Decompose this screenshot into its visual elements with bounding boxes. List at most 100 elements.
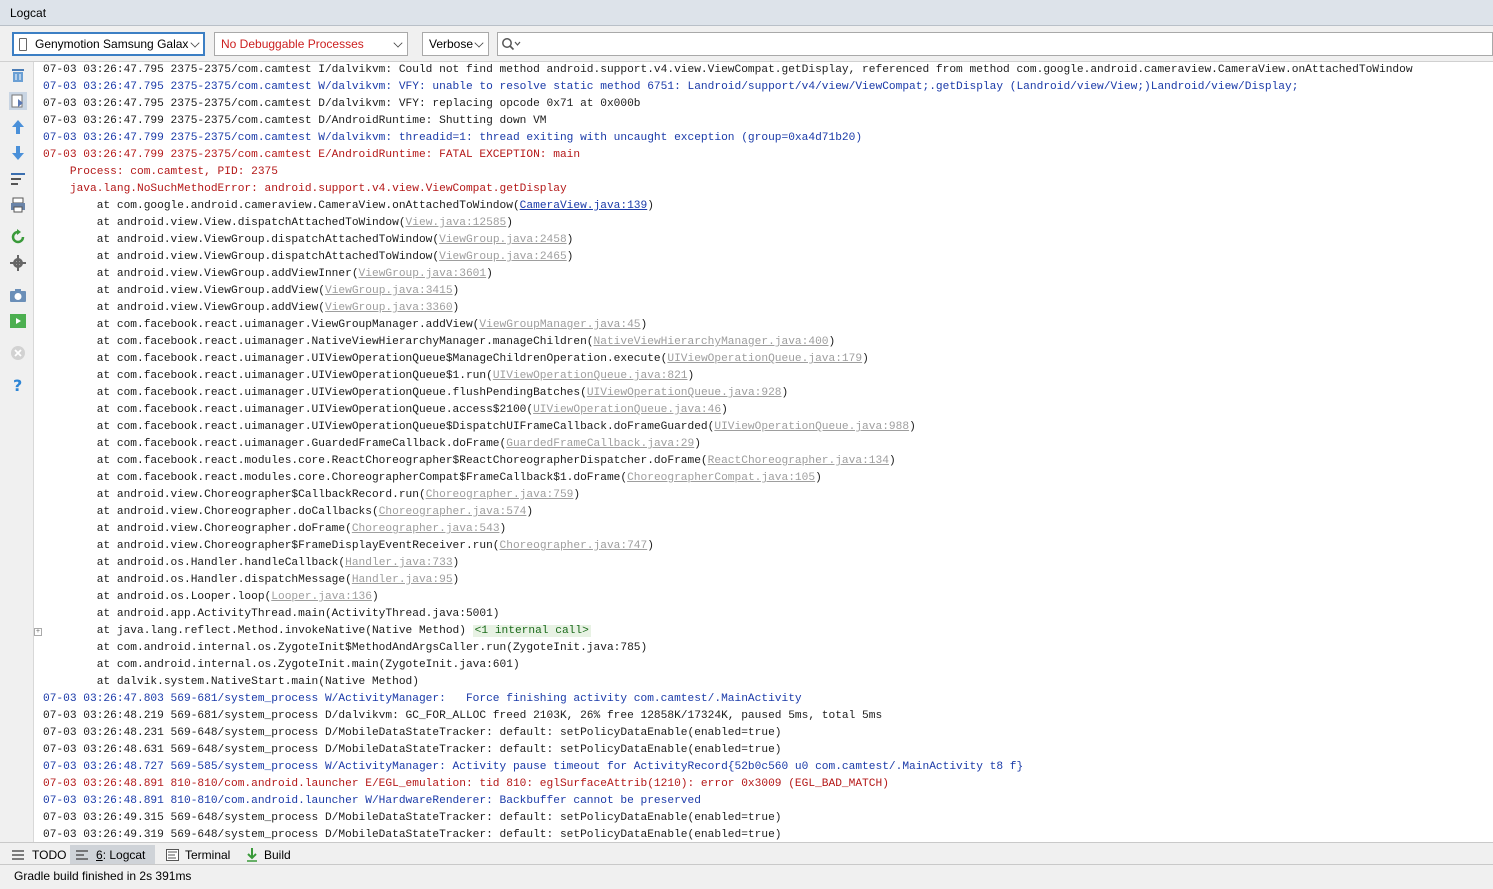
tab-logcat-label: : Logcat	[102, 847, 146, 862]
stack-frame-close: )	[499, 523, 507, 535]
source-link[interactable]: ViewGroupManager.java:45	[479, 319, 640, 331]
clear-logcat-icon[interactable]	[9, 66, 27, 84]
stack-frame-close: )	[909, 421, 916, 433]
stack-frame-method: at com.facebook.react.uimanager.UIViewOp…	[43, 404, 534, 416]
up-arrow-icon[interactable]	[9, 118, 27, 136]
source-link[interactable]: ViewGroup.java:2465	[439, 251, 567, 263]
tab-todo[interactable]: TODO	[6, 845, 72, 864]
stack-frame: at com.facebook.react.uimanager.GuardedF…	[34, 436, 1493, 453]
stack-frame-method: at android.view.ViewGroup.addViewInner(	[43, 268, 359, 280]
source-link[interactable]: GuardedFrameCallback.java:29	[506, 438, 694, 450]
stack-frame: at com.facebook.react.uimanager.UIViewOp…	[34, 368, 1493, 385]
device-selector[interactable]: Genymotion Samsung Galax	[12, 32, 205, 56]
log-line: 07-03 03:26:47.795 2375-2375/com.camtest…	[43, 81, 1299, 93]
source-link[interactable]: Choreographer.java:747	[500, 540, 648, 552]
source-link[interactable]: Looper.java:136	[271, 591, 372, 603]
restart-icon[interactable]	[9, 228, 27, 246]
stack-trace-header: java.lang.NoSuchMethodError: android.sup…	[43, 183, 567, 195]
todo-icon	[12, 849, 24, 860]
tab-logcat[interactable]: 6: Logcat	[70, 845, 155, 864]
source-link[interactable]: Choreographer.java:543	[352, 523, 500, 535]
stack-frame: at android.view.Choreographer$CallbackRe…	[34, 487, 1493, 504]
stack-frame-close: )	[721, 404, 728, 416]
source-link[interactable]: UIViewOperationQueue.java:46	[533, 404, 721, 416]
expand-fold-icon[interactable]: +	[34, 628, 42, 636]
stack-frame-method: at com.facebook.react.uimanager.UIViewOp…	[43, 387, 587, 399]
source-link[interactable]: ChoreographerCompat.java:105	[627, 472, 815, 484]
source-link[interactable]: UIViewOperationQueue.java:928	[587, 387, 782, 399]
stack-frame-close: )	[781, 387, 789, 399]
log-line: 07-03 03:26:47.799 2375-2375/com.camtest…	[43, 115, 547, 127]
tool-window-title-bar: Logcat	[0, 0, 1493, 26]
source-link[interactable]: Handler.java:95	[352, 574, 453, 586]
source-link[interactable]: Handler.java:733	[345, 557, 452, 569]
stack-frame-method: at android.app.ActivityThread.main(Activ…	[43, 608, 500, 620]
tab-terminal[interactable]: Terminal	[160, 845, 236, 864]
logcat-output[interactable]: 07-03 03:26:47.795 2375-2375/com.camtest…	[34, 62, 1493, 842]
stack-frame: at android.view.View.dispatchAttachedToW…	[34, 215, 1493, 232]
stack-frame: at com.facebook.react.uimanager.UIViewOp…	[34, 351, 1493, 368]
chevron-down-icon	[393, 38, 403, 48]
screen-record-icon[interactable]	[9, 312, 27, 330]
tab-terminal-label: Terminal	[185, 847, 231, 862]
log-line: 07-03 03:26:47.795 2375-2375/com.camtest…	[43, 98, 641, 110]
logcat-toolbar: Genymotion Samsung Galax No Debuggable P…	[0, 26, 1493, 62]
stack-frame-method: at android.view.View.dispatchAttachedToW…	[43, 217, 406, 229]
logcat-side-toolbar: ?	[0, 62, 34, 842]
source-link[interactable]: UIViewOperationQueue.java:988	[714, 421, 909, 433]
stack-frame: at com.android.internal.os.ZygoteInit$Me…	[43, 642, 648, 654]
log-line: 07-03 03:26:49.319 569-648/system_proces…	[43, 829, 782, 841]
stack-frame-close: )	[694, 438, 701, 450]
scroll-to-end-icon[interactable]	[9, 92, 27, 110]
process-selector-value: No Debuggable Processes	[221, 37, 364, 51]
process-selector[interactable]: No Debuggable Processes	[214, 32, 408, 56]
stack-frame: at com.android.internal.os.ZygoteInit.ma…	[43, 659, 520, 671]
print-icon[interactable]	[9, 196, 27, 214]
source-link[interactable]: ViewGroup.java:3360	[325, 302, 453, 314]
status-bar: Gradle build finished in 2s 391ms	[0, 864, 1493, 889]
down-arrow-icon[interactable]	[9, 144, 27, 162]
chevron-down-icon	[190, 38, 200, 48]
log-line: 07-03 03:26:47.803 569-681/system_proces…	[43, 693, 802, 705]
screenshot-icon[interactable]	[9, 286, 27, 304]
source-link[interactable]: ReactChoreographer.java:134	[708, 455, 889, 467]
help-icon[interactable]: ?	[9, 376, 27, 394]
source-link[interactable]: ViewGroup.java:2458	[439, 234, 567, 246]
soft-wraps-icon[interactable]	[9, 170, 27, 188]
settings-icon[interactable]	[9, 254, 27, 272]
source-link[interactable]: CameraView.java:139	[520, 200, 648, 212]
internal-call-badge[interactable]: <1 internal call>	[472, 625, 591, 637]
stack-frame: at android.os.Looper.loop(Looper.java:13…	[34, 589, 1493, 606]
stack-frame-close: )	[828, 336, 836, 348]
stack-frame-close: )	[815, 472, 822, 484]
source-link[interactable]: NativeViewHierarchyManager.java:400	[594, 336, 829, 348]
close-icon[interactable]	[9, 344, 27, 362]
source-link[interactable]: ViewGroup.java:3601	[359, 268, 487, 280]
search-icon[interactable]	[501, 37, 521, 51]
stack-frame-close: )	[862, 353, 869, 365]
source-link[interactable]: UIViewOperationQueue.java:179	[667, 353, 862, 365]
build-icon	[247, 847, 257, 862]
source-link[interactable]: UIViewOperationQueue.java:821	[493, 370, 688, 382]
log-level-selector[interactable]: Verbose	[422, 32, 489, 56]
log-line: 07-03 03:26:48.891 810-810/com.android.l…	[43, 795, 701, 807]
stack-frame-method: at android.view.Choreographer.doFrame(	[43, 523, 352, 535]
search-field[interactable]	[497, 32, 1493, 56]
log-line: 07-03 03:26:48.231 569-648/system_proces…	[43, 727, 782, 739]
source-link[interactable]: Choreographer.java:574	[379, 506, 527, 518]
source-link[interactable]: Choreographer.java:759	[426, 489, 574, 501]
tool-window-title: Logcat	[10, 6, 47, 20]
stack-frame-close: )	[566, 251, 574, 263]
tab-build[interactable]: Build	[240, 845, 297, 864]
stack-frame: at com.facebook.react.uimanager.UIViewOp…	[34, 385, 1493, 402]
stack-frame: at android.view.ViewGroup.addViewInner(V…	[34, 266, 1493, 283]
stack-frame-method: at com.facebook.react.uimanager.NativeVi…	[43, 336, 594, 348]
stack-frame-close: )	[888, 455, 896, 467]
stack-frame-method: at com.facebook.react.uimanager.UIViewOp…	[43, 370, 493, 382]
stack-frame: at dalvik.system.NativeStart.main(Native…	[43, 676, 419, 688]
logcat-icon	[76, 849, 88, 860]
source-link[interactable]: View.java:12585	[406, 217, 507, 229]
stack-frame: at android.view.ViewGroup.addView(ViewGr…	[34, 300, 1493, 317]
source-link[interactable]: ViewGroup.java:3415	[325, 285, 453, 297]
stack-frame: + at java.lang.reflect.Method.invokeNati…	[34, 623, 1493, 640]
